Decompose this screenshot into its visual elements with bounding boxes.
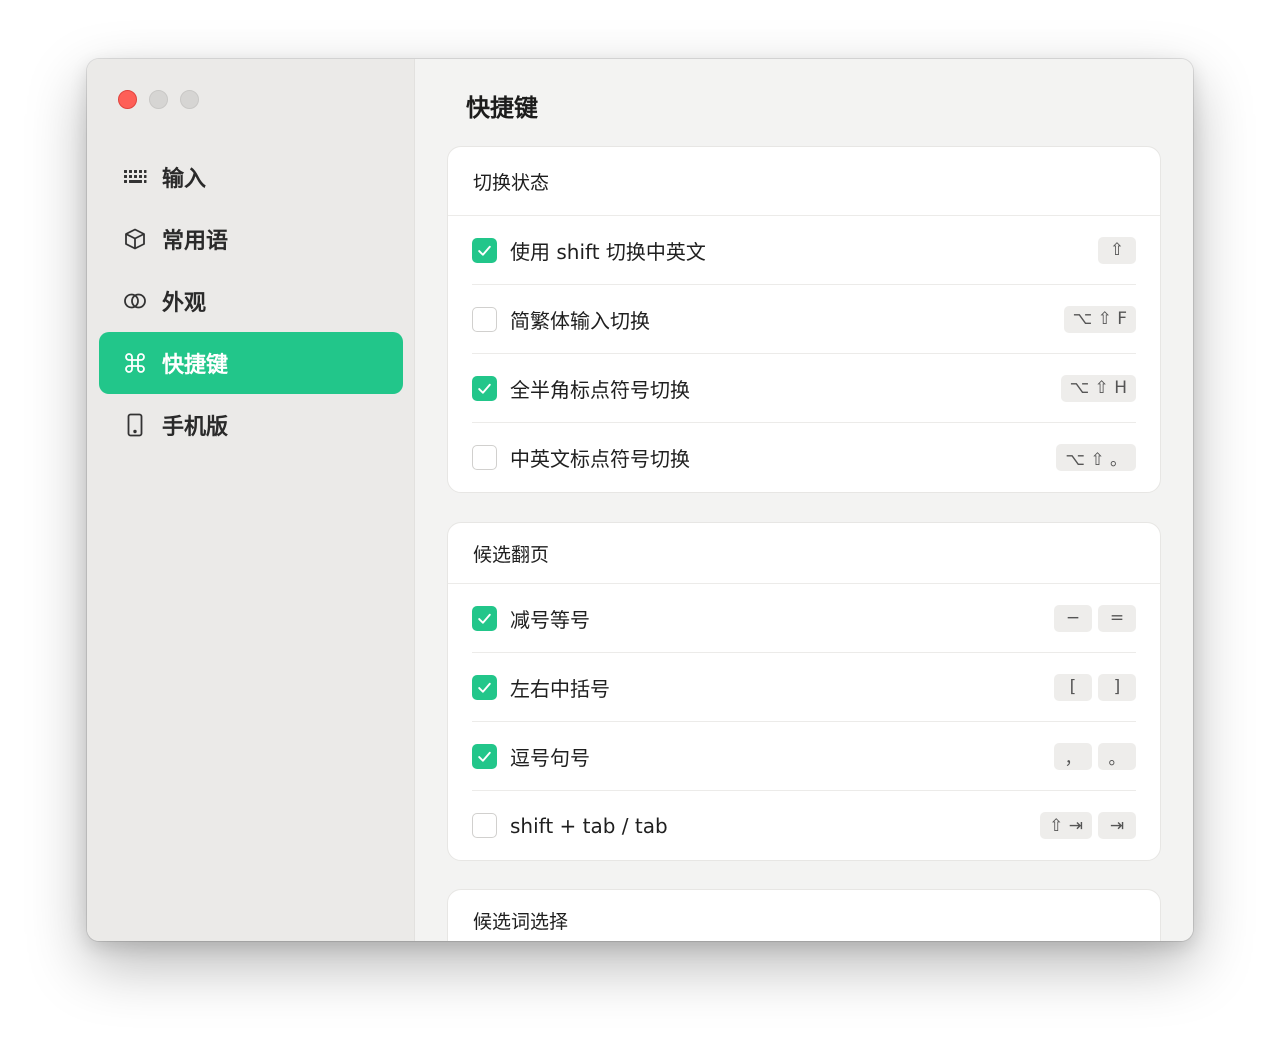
key-combo: ⇧ ⇥ ⇥ [1040, 812, 1136, 839]
key-combo: ， 。 [1054, 742, 1136, 770]
key-badge[interactable]: − [1054, 604, 1092, 632]
cube-icon [123, 227, 147, 251]
key-badge[interactable]: = [1098, 604, 1136, 632]
key-combo: − = [1054, 604, 1136, 632]
checkmark-icon [478, 245, 491, 256]
sidebar-item-label: 常用语 [162, 229, 229, 254]
section-candidate-paging: 候选翻页 减号等号 − = 左右中括号 [ ] 逗号句号 ， 。 shift +… [447, 522, 1161, 861]
phone-icon [123, 413, 147, 437]
shortcut-row: 全半角标点符号切换 ⌥ ⇧ H [472, 354, 1136, 423]
checkmark-icon [478, 751, 491, 762]
sidebar-item-mobile[interactable]: 手机版 [99, 394, 403, 456]
sidebar-item-label: 手机版 [162, 415, 229, 440]
key-badge[interactable]: ⌥ ⇧ 。 [1056, 444, 1136, 471]
keyboard-icon [123, 165, 147, 189]
section-header: 候选词选择 [473, 911, 569, 933]
key-badge[interactable]: 。 [1098, 742, 1136, 770]
shortcut-label: 减号等号 [510, 607, 590, 632]
section-header: 候选翻页 [448, 523, 1160, 584]
key-combo: ⌥ ⇧ F [1063, 305, 1136, 333]
close-window-button[interactable] [118, 90, 137, 109]
shortcut-checkbox[interactable] [472, 375, 497, 401]
shortcut-checkbox[interactable] [472, 306, 497, 332]
sidebar-item-label: 外观 [162, 291, 207, 316]
shortcut-row: 左右中括号 [ ] [472, 653, 1136, 722]
settings-window: 输入 常用语 外观 快捷键 手机版 快捷键 切换状态 使用 shift 切换中英… [87, 59, 1193, 941]
shortcut-checkbox[interactable] [472, 237, 497, 263]
checkmark-icon [478, 682, 491, 693]
page-title: 快捷键 [466, 94, 538, 122]
key-combo: [ ] [1054, 673, 1136, 701]
sidebar-item-input[interactable]: 输入 [99, 146, 403, 208]
traffic-lights [118, 90, 199, 109]
key-badge[interactable]: ] [1098, 673, 1136, 701]
shortcut-label: shift + tab / tab [510, 813, 668, 838]
shortcut-row: 使用 shift 切换中英文 ⇧ [472, 216, 1136, 285]
sidebar-nav: 输入 常用语 外观 快捷键 手机版 [99, 146, 403, 456]
shortcut-label: 简繁体输入切换 [510, 308, 650, 333]
key-combo: ⌥ ⇧ 。 [1056, 444, 1136, 471]
shortcut-label: 使用 shift 切换中英文 [510, 239, 706, 264]
shortcut-row: 中英文标点符号切换 ⌥ ⇧ 。 [472, 423, 1136, 492]
shortcut-label: 左右中括号 [510, 676, 610, 701]
key-badge[interactable]: ⇧ ⇥ [1040, 812, 1092, 839]
key-badge[interactable]: ⇥ [1098, 812, 1136, 839]
section-toggle-state: 切换状态 使用 shift 切换中英文 ⇧ 简繁体输入切换 ⌥ ⇧ F 全半角标… [447, 146, 1161, 493]
sidebar-item-phrases[interactable]: 常用语 [99, 208, 403, 270]
shortcut-row: 简繁体输入切换 ⌥ ⇧ F [472, 285, 1136, 354]
shortcut-row: shift + tab / tab ⇧ ⇥ ⇥ [472, 791, 1136, 860]
key-badge[interactable]: ⇧ [1098, 236, 1136, 264]
key-badge[interactable]: ⌥ ⇧ H [1060, 374, 1136, 402]
shortcut-label: 中英文标点符号切换 [510, 447, 690, 471]
maximize-window-button[interactable] [180, 90, 199, 109]
key-badge[interactable]: ， [1054, 742, 1092, 770]
sidebar: 输入 常用语 外观 快捷键 手机版 [87, 59, 415, 941]
shortcut-label: 全半角标点符号切换 [510, 377, 690, 402]
shortcut-row: 减号等号 − = [472, 584, 1136, 653]
sidebar-item-appearance[interactable]: 外观 [99, 270, 403, 332]
key-combo: ⇧ [1098, 236, 1136, 264]
key-badge[interactable]: ⌥ ⇧ F [1063, 305, 1136, 333]
sidebar-item-label: 输入 [162, 167, 207, 192]
shortcut-row: 逗号句号 ， 。 [472, 722, 1136, 791]
minimize-window-button[interactable] [149, 90, 168, 109]
command-icon [123, 351, 147, 375]
sidebar-item-label: 快捷键 [162, 353, 229, 378]
circles-icon [123, 289, 147, 313]
section-candidate-selection: 候选词选择 [447, 889, 1161, 941]
shortcut-checkbox[interactable] [472, 743, 497, 769]
shortcut-checkbox[interactable] [472, 445, 497, 470]
shortcut-label: 逗号句号 [510, 745, 590, 770]
shortcut-checkbox[interactable] [472, 674, 497, 700]
shortcut-checkbox[interactable] [472, 605, 497, 631]
section-header: 切换状态 [448, 147, 1160, 216]
key-badge[interactable]: [ [1054, 673, 1092, 701]
shortcut-checkbox[interactable] [472, 813, 497, 838]
key-combo: ⌥ ⇧ H [1060, 374, 1136, 402]
sidebar-item-shortcuts[interactable]: 快捷键 [99, 332, 403, 394]
checkmark-icon [478, 383, 491, 394]
checkmark-icon [478, 613, 491, 624]
